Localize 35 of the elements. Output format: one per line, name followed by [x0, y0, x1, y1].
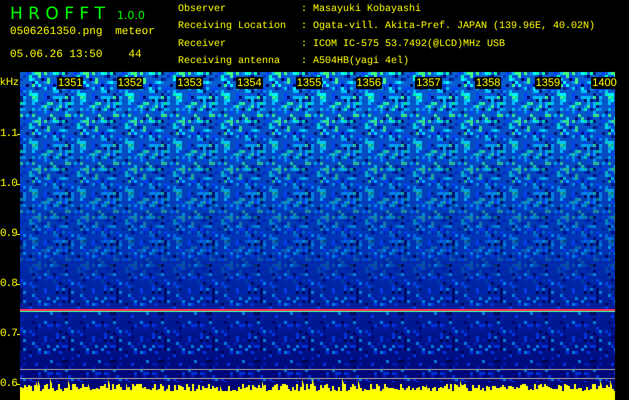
- app-version: 1.0.0: [116, 8, 145, 24]
- info-label: Receiver: [178, 38, 228, 52]
- info-separator: :: [301, 20, 308, 34]
- frequency-label: 1.0: [0, 177, 17, 191]
- time-label: 1351: [57, 77, 84, 89]
- info-separator: :: [301, 38, 308, 52]
- info-value: Masayuki Kobayashi: [313, 3, 422, 17]
- time-label: 1359: [534, 77, 562, 89]
- info-value: ICOM IC-575 53.7492(@LCD)MHz USB: [313, 38, 506, 52]
- frequency-label: 0.6: [0, 377, 17, 391]
- app-name: H R O F F T: [10, 4, 105, 24]
- info-label: Receiving Location: [178, 20, 288, 34]
- file-name: 0506261350.png: [10, 26, 104, 39]
- time-label: 1356: [356, 77, 382, 89]
- time-label: 1352: [116, 77, 144, 89]
- time-label: 1354: [236, 77, 263, 89]
- info-separator: :: [301, 54, 308, 69]
- info-separator: :: [301, 3, 308, 17]
- time-label: 1400: [591, 77, 618, 89]
- frequency-label: 0.7: [0, 327, 17, 341]
- frequency-label: 1.1: [0, 127, 17, 141]
- frequency-label: 0.8: [0, 277, 17, 291]
- info-label: Observer: [178, 3, 228, 17]
- meteor-label: meteor: [114, 26, 156, 39]
- frequency-label: 0.9: [0, 227, 17, 241]
- time-label: 1357: [415, 77, 442, 89]
- timestamp: 05.06.26 13:50: [10, 49, 104, 62]
- time-label: 1353: [176, 77, 203, 89]
- info-value: A504HB(yagi 4el): [313, 54, 410, 69]
- info-value: Ogata-vill. Akita-Pref. JAPAN (139.96E, 40.02N): [313, 20, 596, 34]
- meteor-count: 44: [127, 49, 143, 62]
- info-label: Receiving antenna: [178, 54, 282, 69]
- time-label: 1355: [296, 77, 322, 89]
- time-label: 1358: [474, 77, 502, 89]
- unit-label: kHz: [0, 76, 19, 90]
